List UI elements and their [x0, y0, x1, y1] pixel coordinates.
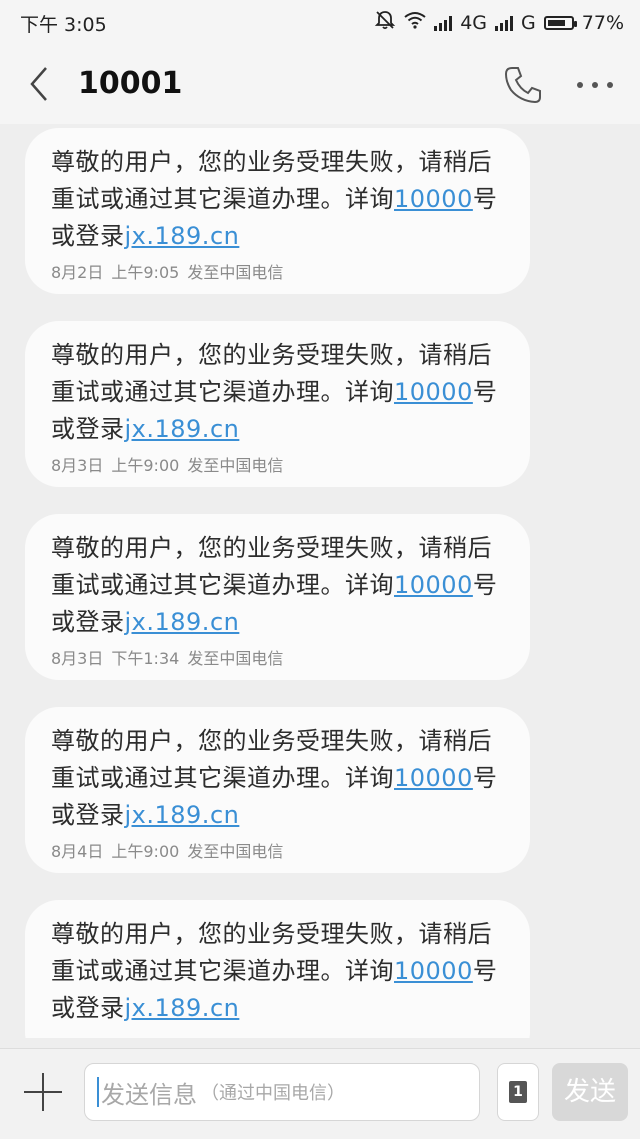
battery-fill	[547, 19, 565, 26]
signal-icon	[434, 15, 453, 31]
battery-percent: 77%	[581, 11, 624, 34]
status-time: 下午 3:05	[20, 14, 107, 36]
send-button[interactable]: 发送	[552, 1063, 628, 1121]
message-date: 8月4日	[51, 842, 104, 861]
wifi-icon	[404, 11, 426, 34]
back-arrow-icon	[30, 67, 47, 101]
message-carrier: 发至中国电信	[187, 842, 284, 861]
message-date: 8月3日	[51, 456, 104, 475]
message-input[interactable]: 发送信息 （通过中国电信）	[84, 1063, 480, 1121]
sim-select-button[interactable]: 1	[497, 1063, 539, 1121]
muted-bell-icon	[374, 10, 396, 35]
url-link[interactable]: jx.189.cn	[125, 222, 240, 250]
url-link[interactable]: jx.189.cn	[125, 801, 240, 829]
phone-link[interactable]: 10000	[394, 378, 473, 406]
message-meta: 8月4日 上午9:00 发至中国电信	[51, 838, 504, 862]
message-carrier: 发至中国电信	[187, 649, 284, 668]
more-button[interactable]	[570, 62, 620, 108]
compose-bar: 发送信息 （通过中国电信） 1 发送	[0, 1048, 640, 1139]
network-type-1: 4G	[460, 11, 488, 34]
contact-title: 10001	[78, 66, 183, 101]
signal-icon-2	[495, 15, 514, 31]
message-time: 上午9:00	[111, 456, 180, 475]
message-bubble[interactable]: 尊敬的用户，您的业务受理失败，请稍后重试或通过其它渠道办理。详询10000号或登…	[25, 707, 530, 873]
phone-link[interactable]: 10000	[394, 185, 473, 213]
phone-link[interactable]: 10000	[394, 571, 473, 599]
message-text: 尊敬的用户，您的业务受理失败，请稍后重试或通过其它渠道办理。详询10000号或登…	[51, 144, 504, 255]
battery-icon	[543, 15, 577, 30]
message-date: 8月2日	[51, 263, 104, 282]
back-button[interactable]	[20, 64, 60, 104]
text-cursor	[97, 1077, 99, 1107]
input-placeholder-carrier: （通过中国电信）	[201, 1083, 345, 1104]
message-bubble[interactable]: 尊敬的用户，您的业务受理失败，请稍后重试或通过其它渠道办理。详询10000号或登…	[25, 321, 530, 487]
url-link[interactable]: jx.189.cn	[125, 415, 240, 443]
phone-link[interactable]: 10000	[394, 764, 473, 792]
message-meta: 8月2日 上午9:05 发至中国电信	[51, 259, 504, 283]
message-date: 8月3日	[51, 649, 104, 668]
message-text: 尊敬的用户，您的业务受理失败，请稍后重试或通过其它渠道办理。详询10000号或登…	[51, 337, 504, 448]
message-text: 尊敬的用户，您的业务受理失败，请稍后重试或通过其它渠道办理。详询10000号或登…	[51, 916, 504, 1027]
message-bubble[interactable]: 尊敬的用户，您的业务受理失败，请稍后重试或通过其它渠道办理。详询10000号或登…	[25, 900, 530, 1038]
message-carrier: 发至中国电信	[187, 263, 284, 282]
url-link[interactable]: jx.189.cn	[125, 994, 240, 1022]
url-link[interactable]: jx.189.cn	[125, 608, 240, 636]
network-type-2: G	[521, 11, 536, 34]
message-text: 尊敬的用户，您的业务受理失败，请稍后重试或通过其它渠道办理。详询10000号或登…	[51, 530, 504, 641]
sim-card-icon: 1	[509, 1081, 527, 1103]
message-text: 尊敬的用户，您的业务受理失败，请稍后重试或通过其它渠道办理。详询10000号或登…	[51, 723, 504, 834]
message-bubble[interactable]: 尊敬的用户，您的业务受理失败，请稍后重试或通过其它渠道办理。详询10000号或登…	[25, 128, 530, 294]
message-meta: 8月3日 下午1:34 发至中国电信	[51, 645, 504, 669]
message-list[interactable]: 尊敬的用户，您的业务受理失败，请稍后重试或通过其它渠道办理。详询10000号或登…	[0, 124, 640, 1038]
attach-button[interactable]	[22, 1071, 64, 1113]
message-time: 上午9:00	[111, 842, 180, 861]
status-icons: 4G G 77%	[374, 10, 624, 35]
more-dots-icon	[577, 82, 613, 88]
phone-icon	[504, 67, 541, 104]
status-bar: 下午 3:05 4G G 77%	[0, 0, 640, 44]
message-time: 上午9:05	[111, 263, 180, 282]
conversation-header: 10001	[0, 44, 640, 124]
message-carrier: 发至中国电信	[187, 456, 284, 475]
message-bubble[interactable]: 尊敬的用户，您的业务受理失败，请稍后重试或通过其它渠道办理。详询10000号或登…	[25, 514, 530, 680]
message-time: 下午1:34	[111, 649, 180, 668]
call-button[interactable]	[500, 62, 546, 108]
input-placeholder: 发送信息	[101, 1080, 197, 1109]
phone-link[interactable]: 10000	[394, 957, 473, 985]
message-meta: 8月3日 上午9:00 发至中国电信	[51, 452, 504, 476]
